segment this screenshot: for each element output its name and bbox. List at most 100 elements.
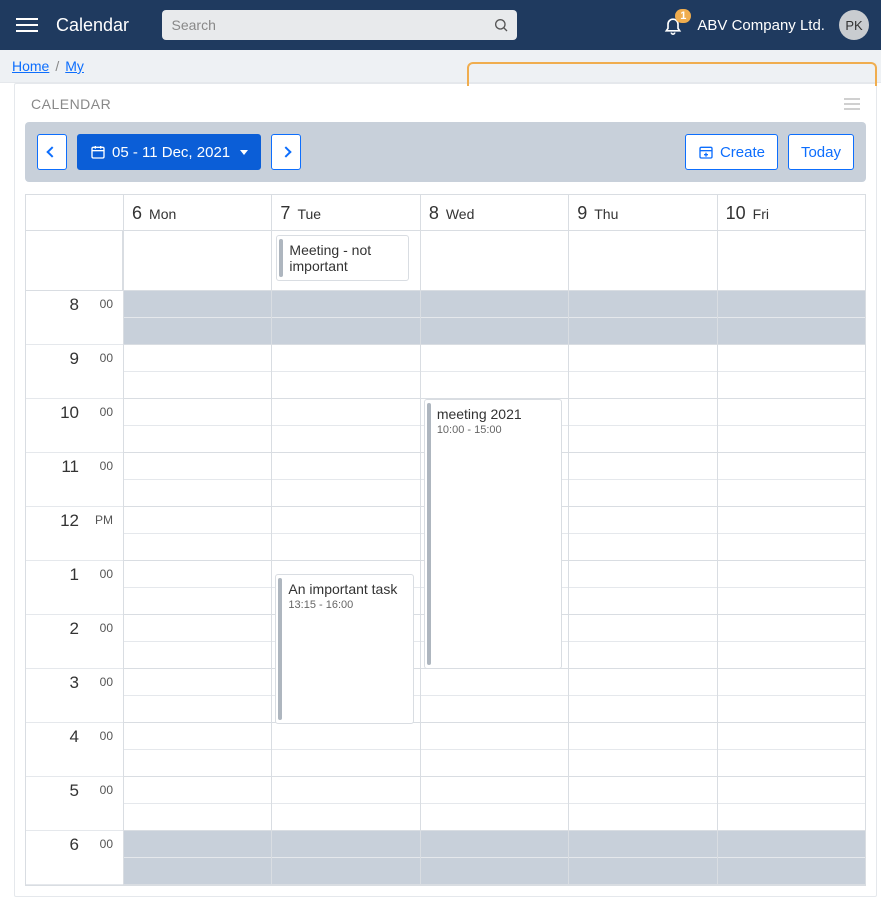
time-slot[interactable]	[569, 453, 716, 480]
time-slot[interactable]	[569, 831, 716, 858]
time-slot[interactable]	[718, 534, 865, 561]
time-slot[interactable]	[718, 750, 865, 777]
time-slot[interactable]	[421, 669, 568, 696]
time-slot[interactable]	[421, 318, 568, 345]
date-range-button[interactable]: 05 - 11 Dec, 2021	[77, 134, 261, 170]
day-header[interactable]: 9 Thu	[568, 195, 716, 230]
time-slot[interactable]	[421, 291, 568, 318]
time-slot[interactable]	[569, 507, 716, 534]
time-slot[interactable]	[124, 804, 271, 831]
calendar-event[interactable]: An important task13:15 - 16:00	[275, 574, 413, 724]
time-slot[interactable]	[718, 777, 865, 804]
next-week-button[interactable]	[271, 134, 301, 170]
time-slot[interactable]	[124, 615, 271, 642]
time-slot[interactable]	[421, 345, 568, 372]
time-slot[interactable]	[569, 750, 716, 777]
time-slot[interactable]	[718, 696, 865, 723]
breadcrumb-home[interactable]: Home	[12, 58, 49, 74]
breadcrumb-current[interactable]: My	[65, 58, 84, 74]
time-slot[interactable]	[718, 588, 865, 615]
time-slot[interactable]	[569, 588, 716, 615]
time-slot[interactable]	[272, 399, 419, 426]
time-slot[interactable]	[569, 399, 716, 426]
time-slot[interactable]	[124, 750, 271, 777]
prev-week-button[interactable]	[37, 134, 67, 170]
time-slot[interactable]	[272, 804, 419, 831]
time-slot[interactable]	[272, 426, 419, 453]
day-column[interactable]: An important task13:15 - 16:00	[271, 291, 419, 885]
time-slot[interactable]	[569, 642, 716, 669]
time-slot[interactable]	[569, 723, 716, 750]
day-header[interactable]: 7 Tue	[271, 195, 419, 230]
avatar[interactable]: PK	[839, 10, 869, 40]
time-slot[interactable]	[124, 534, 271, 561]
time-slot[interactable]	[272, 534, 419, 561]
time-slot[interactable]	[272, 507, 419, 534]
time-slot[interactable]	[718, 858, 865, 885]
day-header[interactable]: 8 Wed	[420, 195, 568, 230]
time-slot[interactable]	[718, 831, 865, 858]
allday-cell[interactable]	[717, 231, 865, 290]
time-slot[interactable]	[272, 345, 419, 372]
time-slot[interactable]	[124, 588, 271, 615]
time-slot[interactable]	[124, 669, 271, 696]
create-button[interactable]: Create	[685, 134, 778, 170]
time-slot[interactable]	[124, 858, 271, 885]
day-column[interactable]	[717, 291, 865, 885]
allday-cell[interactable]	[123, 231, 271, 290]
time-slot[interactable]	[272, 372, 419, 399]
time-slot[interactable]	[421, 858, 568, 885]
time-slot[interactable]	[569, 561, 716, 588]
time-slot[interactable]	[124, 399, 271, 426]
time-slot[interactable]	[569, 345, 716, 372]
time-slot[interactable]	[569, 858, 716, 885]
company-name[interactable]: ABV Company Ltd.	[697, 17, 825, 34]
time-slot[interactable]	[421, 372, 568, 399]
time-slot[interactable]	[272, 480, 419, 507]
day-header[interactable]: 10 Fri	[717, 195, 865, 230]
time-slot[interactable]	[569, 804, 716, 831]
time-slot[interactable]	[569, 615, 716, 642]
time-slot[interactable]	[124, 642, 271, 669]
time-slot[interactable]	[718, 291, 865, 318]
time-slot[interactable]	[718, 345, 865, 372]
time-slot[interactable]	[718, 669, 865, 696]
time-slot[interactable]	[124, 453, 271, 480]
time-slot[interactable]	[124, 318, 271, 345]
time-slot[interactable]	[718, 723, 865, 750]
time-slot[interactable]	[718, 453, 865, 480]
time-slot[interactable]	[421, 723, 568, 750]
time-slot[interactable]	[272, 750, 419, 777]
time-slot[interactable]	[124, 426, 271, 453]
allday-cell[interactable]: Meeting - not important	[271, 231, 419, 290]
time-slot[interactable]	[718, 399, 865, 426]
time-slot[interactable]	[569, 696, 716, 723]
time-slot[interactable]	[718, 426, 865, 453]
time-slot[interactable]	[272, 777, 419, 804]
time-slot[interactable]	[124, 831, 271, 858]
day-header[interactable]: 6 Mon	[123, 195, 271, 230]
time-slot[interactable]	[272, 453, 419, 480]
time-slot[interactable]	[124, 696, 271, 723]
today-button[interactable]: Today	[788, 134, 854, 170]
time-slot[interactable]	[272, 858, 419, 885]
time-slot[interactable]	[124, 372, 271, 399]
time-slot[interactable]	[569, 777, 716, 804]
time-slot[interactable]	[272, 831, 419, 858]
time-slot[interactable]	[124, 291, 271, 318]
day-column[interactable]	[568, 291, 716, 885]
time-slot[interactable]	[569, 534, 716, 561]
time-slot[interactable]	[569, 372, 716, 399]
time-slot[interactable]	[718, 642, 865, 669]
search-button[interactable]	[491, 15, 511, 35]
calendar-event[interactable]: meeting 202110:00 - 15:00	[424, 399, 562, 669]
day-column[interactable]	[123, 291, 271, 885]
time-slot[interactable]	[272, 723, 419, 750]
time-slot[interactable]	[272, 318, 419, 345]
notifications-button[interactable]: 1	[663, 15, 683, 35]
time-slot[interactable]	[124, 480, 271, 507]
time-slot[interactable]	[569, 291, 716, 318]
time-slot[interactable]	[718, 480, 865, 507]
time-slot[interactable]	[569, 669, 716, 696]
time-slot[interactable]	[718, 318, 865, 345]
